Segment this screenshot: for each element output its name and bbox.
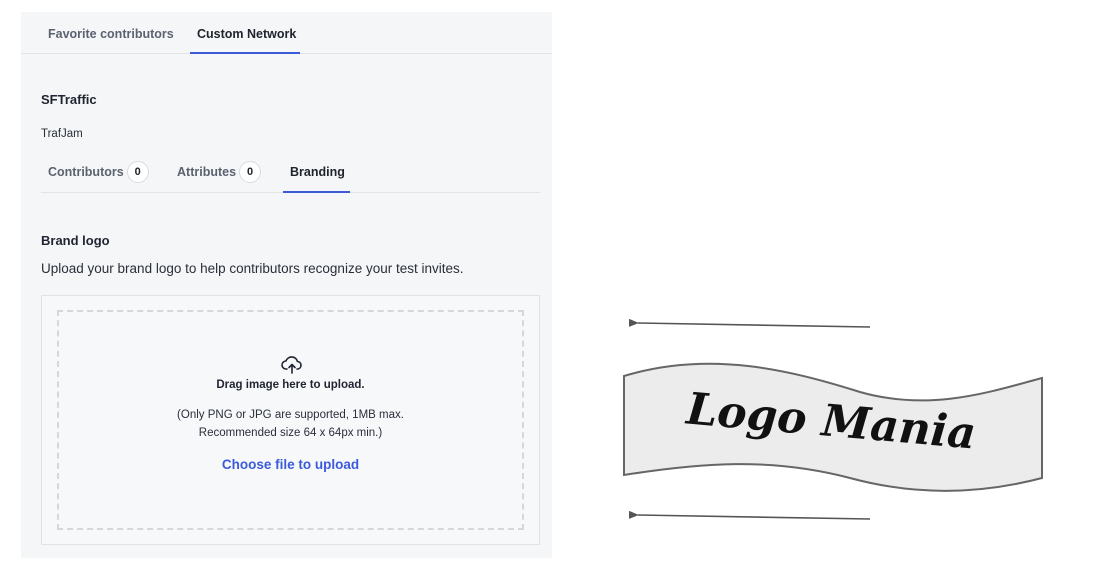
tab-label: Branding	[290, 165, 345, 179]
sub-tab-bar: Contributors 0 Attributes 0 Branding	[41, 156, 540, 193]
dropzone-title: Drag image here to upload.	[216, 379, 365, 391]
arrow-top	[628, 318, 871, 328]
tab-attributes[interactable]: Attributes 0	[177, 156, 262, 193]
org-name: SFTraffic	[41, 92, 97, 107]
tab-custom-network[interactable]: Custom Network	[197, 12, 296, 54]
dropzone-note-line: Recommended size 64 x 64px min.)	[198, 427, 383, 439]
upload-card: Drag image here to upload. (Only PNG or …	[41, 295, 540, 545]
tab-label: Favorite contributors	[48, 27, 174, 41]
arrow-bottom	[628, 510, 871, 520]
dropzone-note: (Only PNG or JPG are supported, 1MB max.…	[59, 406, 522, 442]
active-tab-indicator	[190, 52, 300, 54]
contributors-count-badge: 0	[126, 160, 149, 183]
active-subtab-indicator	[283, 191, 350, 193]
choose-file-link[interactable]: Choose file to upload	[59, 457, 522, 472]
cloud-upload-icon	[281, 356, 302, 374]
branding-panel: Favorite contributors Custom Network SFT…	[21, 12, 552, 558]
tab-label: Attributes	[177, 165, 237, 179]
dropzone-note-line: (Only PNG or JPG are supported, 1MB max.	[177, 409, 404, 421]
tab-favorite-contributors[interactable]: Favorite contributors	[48, 12, 174, 54]
image-dropzone[interactable]: Drag image here to upload. (Only PNG or …	[57, 310, 524, 530]
tab-branding[interactable]: Branding	[290, 156, 345, 193]
tab-label: Custom Network	[197, 27, 297, 41]
top-tab-bar: Favorite contributors Custom Network	[21, 12, 552, 54]
tab-label: Contributors	[48, 165, 124, 179]
tab-contributors[interactable]: Contributors 0	[48, 156, 149, 193]
brand-logo-description: Upload your brand logo to help contribut…	[41, 261, 464, 276]
brand-logo-title: Brand logo	[41, 233, 110, 248]
org-subtitle: TrafJam	[41, 128, 83, 140]
attributes-count-badge: 0	[239, 160, 262, 183]
logo-annotation: Logo Mania	[623, 318, 1043, 520]
